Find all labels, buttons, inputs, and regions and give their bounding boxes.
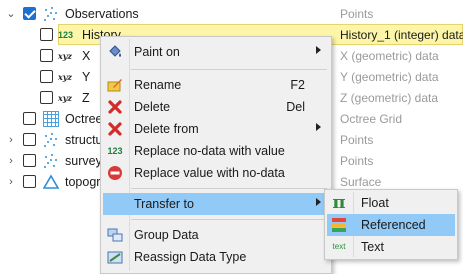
menu-item-transfer-to[interactable]: Transfer to (103, 193, 329, 215)
tree-item-label: survey (65, 154, 102, 168)
paint-bucket-icon (109, 45, 121, 57)
menu-item-label: Reassign Data Type (134, 250, 247, 264)
menu-separator (131, 69, 327, 70)
menu-item-label: Transfer to (134, 197, 194, 211)
rename-icon (107, 79, 122, 92)
menu-item-label: Rename (134, 78, 182, 92)
tree-item-type: Points (340, 154, 374, 168)
tree-item-label: Observations (65, 7, 139, 21)
group-data-icon (107, 228, 123, 242)
submenu-item-text[interactable]: text Text (327, 236, 455, 258)
points-icon (43, 132, 59, 148)
menu-item-label: Delete (134, 100, 171, 114)
menu-item-label: Paint on (134, 45, 180, 59)
integer-icon: 123 (107, 146, 123, 156)
menu-item-replace-no-data[interactable]: 123 Replace no-data with value (103, 140, 329, 162)
points-icon (43, 6, 59, 22)
menu-item-shortcut: F2 (290, 78, 305, 92)
tree-item-label: Y (82, 70, 91, 84)
submenu-item-label: Float (361, 196, 389, 210)
tree-item-type: Points (340, 133, 374, 147)
xyz-icon: xyz (58, 93, 72, 103)
menu-item-label: Replace no-data with value (134, 144, 285, 158)
visibility-checkbox[interactable] (23, 175, 36, 188)
chevron-right-icon[interactable]: › (6, 175, 16, 189)
surface-icon (43, 174, 59, 189)
submenu-arrow-icon (316, 46, 321, 54)
chevron-right-icon[interactable]: › (6, 154, 16, 168)
submenu-item-float[interactable]: π Float (327, 192, 455, 214)
menu-item-group-data[interactable]: Group Data (103, 224, 329, 246)
xyz-icon: xyz (58, 72, 72, 82)
tree-item-type: History_1 (integer) data (340, 28, 463, 42)
menu-item-shortcut: Del (286, 100, 305, 114)
transfer-to-submenu: π Float Referenced text Text (324, 189, 458, 260)
menu-separator (131, 219, 327, 220)
tree-item-type: Y (geometric) data (340, 70, 439, 84)
tree-item-type: Z (geometric) data (340, 91, 439, 105)
menu-item-rename[interactable]: Rename F2 (103, 74, 329, 96)
context-menu: Paint on Rename F2 Delete Del Delete fro… (100, 36, 332, 274)
chevron-down-icon[interactable]: ⌄ (6, 7, 16, 21)
tree-item-label: X (82, 49, 91, 63)
delete-icon (108, 100, 122, 114)
no-entry-icon (108, 166, 122, 180)
submenu-item-label: Text (361, 240, 384, 254)
visibility-checkbox[interactable] (40, 49, 53, 62)
delete-from-icon (108, 122, 122, 136)
visibility-checkbox[interactable] (23, 7, 36, 20)
visibility-checkbox[interactable] (40, 28, 53, 41)
tree-item-label: structu (65, 133, 103, 147)
xyz-icon: xyz (58, 51, 72, 61)
referenced-icon (332, 218, 346, 232)
pi-icon: π (332, 192, 346, 213)
visibility-checkbox[interactable] (40, 91, 53, 104)
octree-grid-icon (43, 111, 59, 127)
menu-item-reassign-data-type[interactable]: Reassign Data Type (103, 246, 329, 268)
menu-item-delete[interactable]: Delete Del (103, 96, 329, 118)
visibility-checkbox[interactable] (23, 133, 36, 146)
menu-item-delete-from[interactable]: Delete from (103, 118, 329, 140)
menu-item-label: Replace value with no-data (134, 166, 285, 180)
tree-item-type: Surface (340, 175, 382, 189)
visibility-checkbox[interactable] (23, 112, 36, 125)
menu-item-label: Group Data (134, 228, 199, 242)
tree-item-label: topogr (65, 175, 101, 189)
submenu-item-referenced[interactable]: Referenced (327, 214, 455, 236)
tree-item-type: Octree Grid (340, 112, 403, 126)
visibility-checkbox[interactable] (40, 70, 53, 83)
points-icon (43, 153, 59, 169)
integer-icon: 123 (58, 30, 74, 40)
menu-item-replace-value[interactable]: Replace value with no-data (103, 162, 329, 184)
tree-item-type: Points (340, 7, 374, 21)
tree-item-label: Octree (65, 112, 103, 126)
submenu-item-label: Referenced (361, 218, 426, 232)
tree-item-label: Z (82, 91, 90, 105)
menu-separator (131, 188, 327, 189)
submenu-arrow-icon (316, 198, 321, 206)
text-icon: text (332, 242, 346, 251)
tree-item-type: X (geometric) data (340, 49, 439, 63)
submenu-arrow-icon (316, 123, 321, 131)
tree-row-observations[interactable]: ⌄ Observations Points (0, 3, 463, 25)
reassign-icon (107, 251, 123, 264)
menu-item-label: Delete from (134, 122, 199, 136)
visibility-checkbox[interactable] (23, 154, 36, 167)
chevron-right-icon[interactable]: › (6, 133, 16, 147)
menu-item-paint-on[interactable]: Paint on (103, 41, 329, 63)
